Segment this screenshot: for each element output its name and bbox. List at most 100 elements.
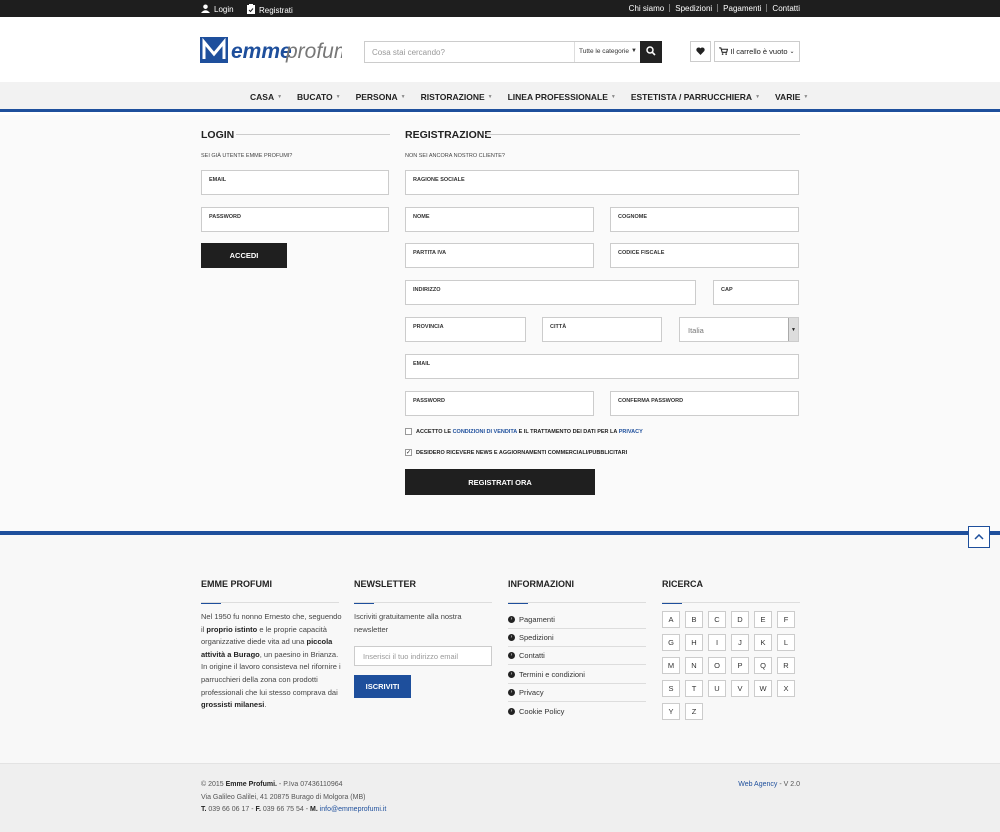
letter-v-button[interactable]: V [731, 680, 749, 697]
info-link-spedizioni[interactable]: › Spedizioni [508, 629, 646, 647]
nome-field[interactable]: NOME [405, 207, 594, 232]
mail-label: M. [310, 806, 318, 813]
nav-item-persona[interactable]: PERSONA ▼ [356, 92, 406, 102]
top-link-pagamenti[interactable]: Pagamenti [723, 4, 761, 13]
letter-g-button[interactable]: G [662, 634, 680, 651]
scroll-top-button[interactable] [968, 526, 990, 548]
chevron-down-icon: ▼ [755, 94, 761, 100]
letter-a-button[interactable]: A [662, 611, 680, 628]
nav-item-linea-professionale[interactable]: LINEA PROFESSIONALE ▼ [508, 92, 616, 102]
provincia-field[interactable]: PROVINCIA [405, 317, 526, 342]
info-link-label: Pagamenti [519, 615, 555, 624]
about-title: EMME PROFUMI [201, 579, 272, 604]
letter-z-button[interactable]: Z [685, 703, 703, 720]
field-label: PARTITA IVA [413, 250, 447, 256]
info-link-termini[interactable]: › Termini e condizioni [508, 666, 646, 684]
citta-field[interactable]: CITTÀ [542, 317, 662, 342]
letter-o-button[interactable]: O [708, 657, 726, 674]
letter-f-button[interactable]: F [777, 611, 795, 628]
cognome-field[interactable]: COGNOME [610, 207, 799, 232]
search-icon [646, 46, 656, 58]
indirizzo-field[interactable]: INDIRIZZO [405, 280, 696, 305]
ragione-sociale-field[interactable]: RAGIONE SOCIALE [405, 170, 799, 195]
country-select-value: Italia [688, 326, 704, 335]
info-link-label: Contatti [519, 651, 545, 660]
chevron-down-icon: ▼ [400, 94, 406, 100]
login-link[interactable]: Login [201, 4, 234, 15]
letter-b-button[interactable]: B [685, 611, 703, 628]
vat-number: - P.Iva 07436110964 [276, 781, 343, 788]
category-select[interactable]: Tutte le categorie ▼ [574, 42, 641, 62]
terms-checkbox[interactable] [405, 428, 412, 435]
field-label: CONFERMA PASSWORD [618, 398, 684, 404]
letter-r-button[interactable]: R [777, 657, 795, 674]
web-agency-link[interactable]: Web Agency [738, 781, 777, 788]
login-password-field[interactable]: PASSWORD [201, 207, 389, 232]
nav-item-varie[interactable]: VARIE ▼ [775, 92, 808, 102]
letter-j-button[interactable]: J [731, 634, 749, 651]
letter-l-button[interactable]: L [777, 634, 795, 651]
confirm-password-field[interactable]: CONFERMA PASSWORD [610, 391, 799, 416]
info-link-pagamenti[interactable]: › Pagamenti [508, 611, 646, 629]
letter-t-button[interactable]: T [685, 680, 703, 697]
privacy-link[interactable]: PRIVACY [619, 429, 643, 435]
register-email-field[interactable]: EMAIL [405, 354, 799, 379]
nav-item-bucato[interactable]: BUCATO ▼ [297, 92, 341, 102]
search-button[interactable] [640, 41, 662, 63]
email-link[interactable]: info@emmeprofumi.it [318, 806, 387, 813]
nav-item-casa[interactable]: CASA ▼ [250, 92, 282, 102]
letter-e-button[interactable]: E [754, 611, 772, 628]
partita-iva-field[interactable]: PARTITA IVA [405, 243, 594, 268]
subscribe-button[interactable]: ISCRIVITI [354, 675, 411, 698]
letter-x-button[interactable]: X [777, 680, 795, 697]
letter-q-button[interactable]: Q [754, 657, 772, 674]
letter-k-button[interactable]: K [754, 634, 772, 651]
letter-c-button[interactable]: C [708, 611, 726, 628]
register-password-field[interactable]: PASSWORD [405, 391, 594, 416]
chevron-down-icon: ▼ [610, 94, 616, 100]
letter-p-button[interactable]: P [731, 657, 749, 674]
cap-field[interactable]: CAP [713, 280, 799, 305]
top-link-chi-siamo[interactable]: Chi siamo [629, 4, 665, 13]
letter-u-button[interactable]: U [708, 680, 726, 697]
newsletter-email-input[interactable]: Inserisci il tuo indirizzo email [354, 646, 492, 666]
letter-d-button[interactable]: D [731, 611, 749, 628]
info-link-contatti[interactable]: › Contatti [508, 647, 646, 665]
arrow-right-icon: › [508, 634, 515, 641]
wishlist-button[interactable] [690, 41, 711, 62]
cart-button[interactable]: Il carrello è vuoto ⌄ [714, 41, 800, 62]
conditions-link[interactable]: CONDIZIONI DI VENDITA [453, 429, 517, 435]
arrow-right-icon: › [508, 616, 515, 623]
fax-number: 039 66 75 54 - [260, 806, 310, 813]
letter-n-button[interactable]: N [685, 657, 703, 674]
accedi-button[interactable]: ACCEDI [201, 243, 287, 268]
field-label: PASSWORD [209, 214, 241, 220]
info-link-label: Privacy [519, 688, 544, 697]
terms-middle: E IL TRATTAMENTO DEI DATI PER LA [517, 429, 619, 435]
letter-w-button[interactable]: W [754, 680, 772, 697]
letter-y-button[interactable]: Y [662, 703, 680, 720]
nav-item-ristorazione[interactable]: RISTORAZIONE ▼ [421, 92, 493, 102]
register-button[interactable]: REGISTRATI ORA [405, 469, 595, 495]
field-label: CITTÀ [550, 324, 567, 330]
letter-s-button[interactable]: S [662, 680, 680, 697]
field-label: CAP [721, 287, 733, 293]
codice-fiscale-field[interactable]: CODICE FISCALE [610, 243, 799, 268]
register-link[interactable]: Registrati [247, 4, 293, 16]
divider [354, 602, 492, 603]
letter-h-button[interactable]: H [685, 634, 703, 651]
info-link-privacy[interactable]: › Privacy [508, 684, 646, 702]
nav-item-estetista[interactable]: ESTETISTA / PARRUCCHIERA ▼ [631, 92, 760, 102]
top-link-spedizioni[interactable]: Spedizioni [675, 4, 712, 13]
search-input[interactable]: Cosa stai cercando? [372, 48, 445, 57]
letter-i-button[interactable]: I [708, 634, 726, 651]
logo[interactable]: emme profumi [200, 36, 357, 66]
letter-m-button[interactable]: M [662, 657, 680, 674]
terms-prefix: ACCETTO LE [416, 429, 453, 435]
top-link-contatti[interactable]: Contatti [772, 4, 800, 13]
info-link-cookie[interactable]: › Cookie Policy [508, 702, 646, 720]
login-email-field[interactable]: EMAIL [201, 170, 389, 195]
chevron-down-icon: ▼ [631, 48, 637, 54]
newsletter-checkbox[interactable]: ✓ [405, 449, 412, 456]
country-select[interactable]: Italia ▼ [679, 317, 799, 342]
